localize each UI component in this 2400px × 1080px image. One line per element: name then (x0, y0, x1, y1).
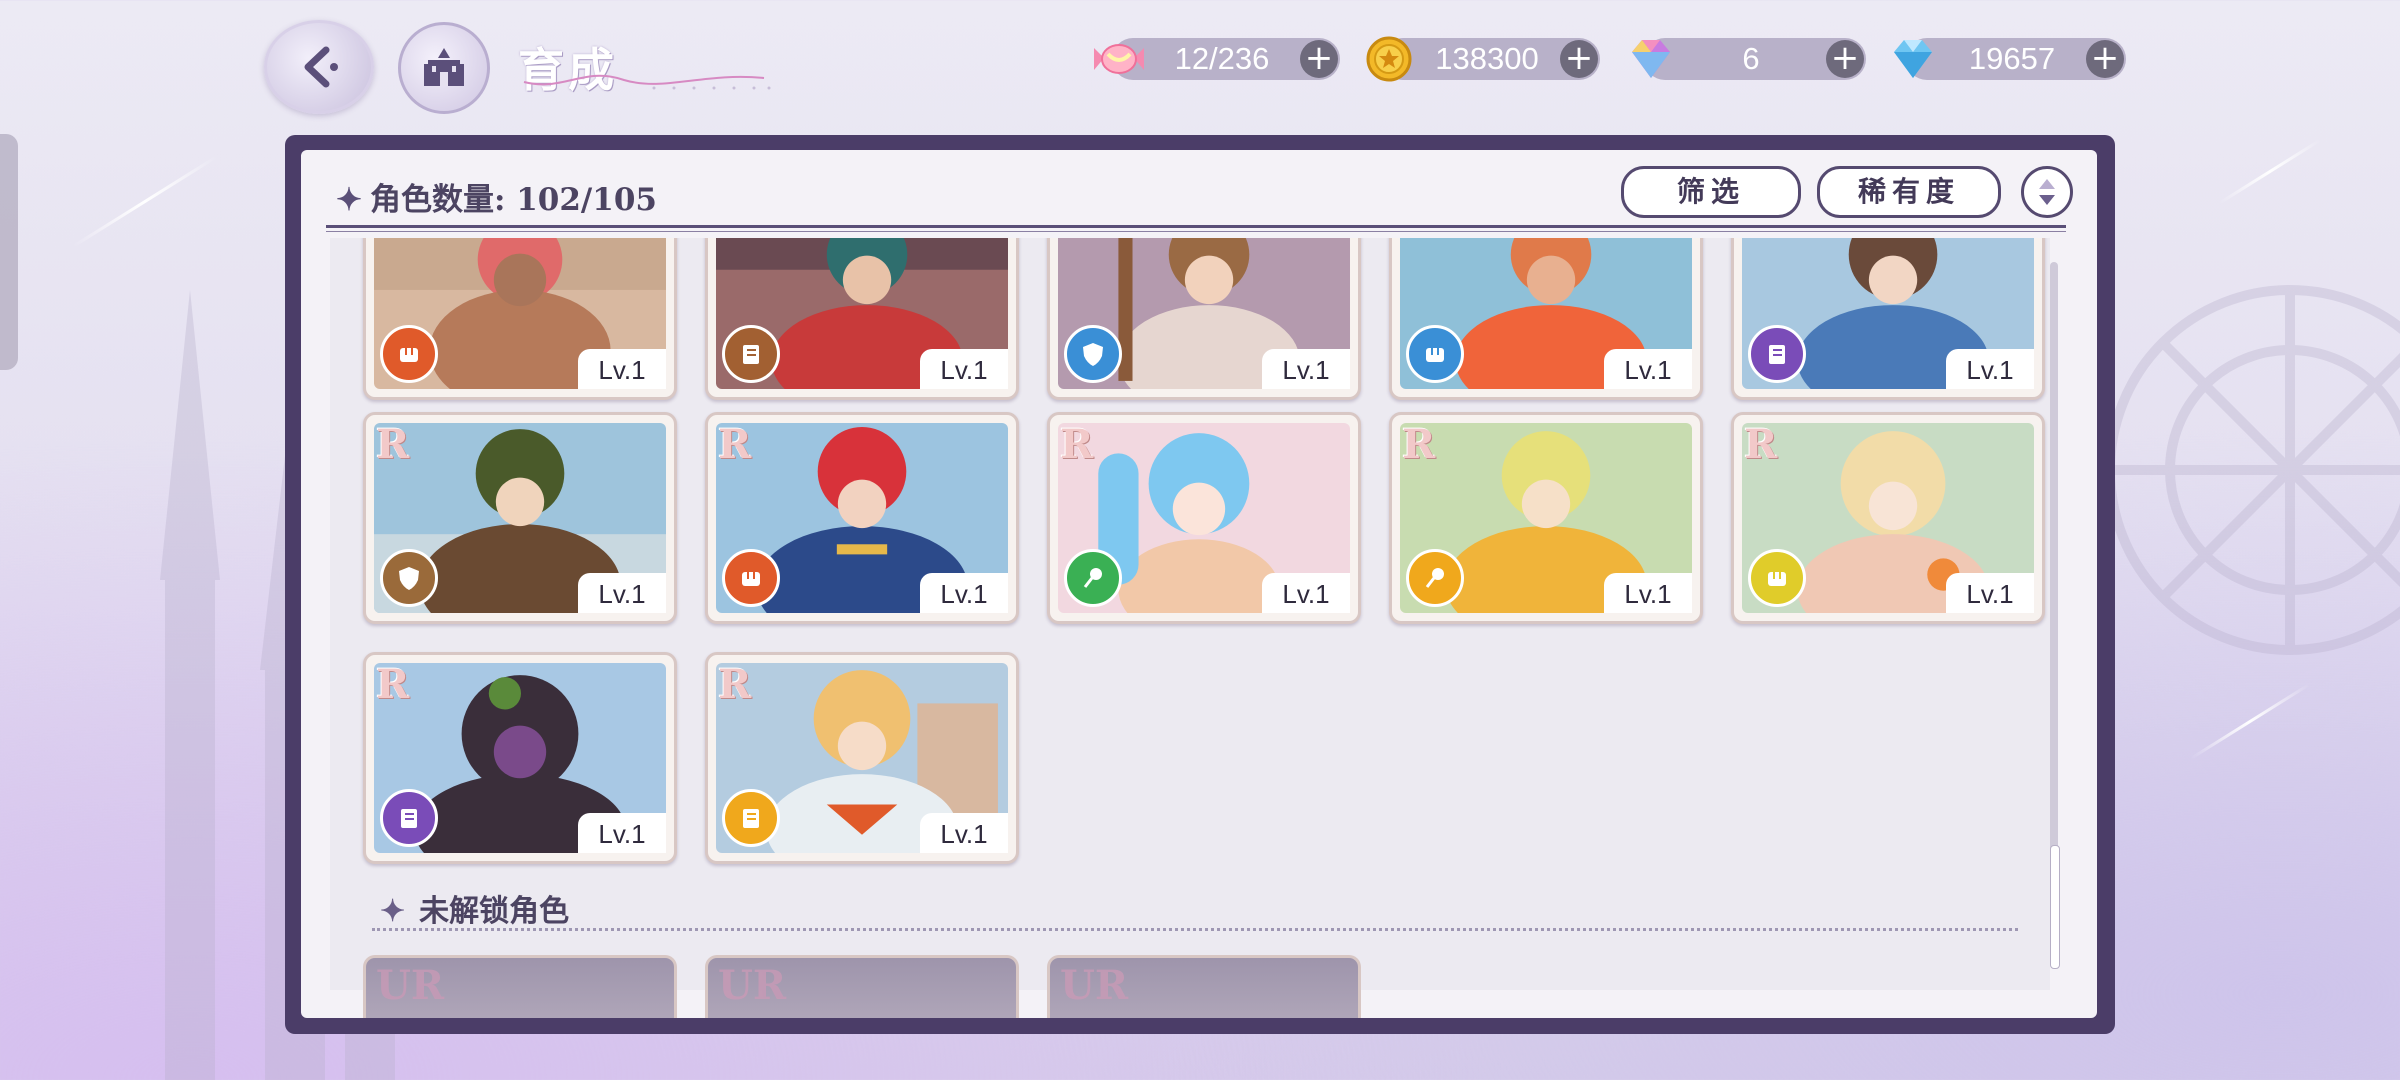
level-label: Lv.1 (1604, 349, 1692, 389)
stamina-value: 12/236 (1174, 41, 1270, 76)
character-card[interactable]: R Lv.1 (705, 652, 1019, 864)
sparkle-icon: ✦ (380, 894, 406, 929)
level-label: Lv.1 (920, 573, 1008, 613)
character-card[interactable]: Lv.1 (705, 238, 1019, 400)
character-card[interactable]: Lv.1 (1047, 238, 1361, 400)
side-drawer-tab[interactable] (0, 134, 18, 370)
locked-character-card[interactable]: UR (1047, 955, 1361, 1018)
shield-icon (1064, 325, 1122, 383)
rarity-label: UR (718, 962, 787, 1009)
fist-icon (1406, 325, 1464, 383)
book-icon (380, 789, 438, 847)
wand-icon (1064, 549, 1122, 607)
rarity-sort-button[interactable]: 稀有度 (1817, 166, 2001, 218)
locked-character-card[interactable]: UR (363, 955, 677, 1018)
add-diamond-button[interactable]: + (2086, 40, 2124, 78)
resource-stamina: 12/236 + (1094, 38, 1340, 80)
level-label: Lv.1 (1604, 573, 1692, 613)
locked-section-divider (372, 928, 2018, 931)
fist-icon (380, 325, 438, 383)
rarity-label: R (1402, 421, 1436, 468)
character-card[interactable]: Lv.1 (1389, 238, 1703, 400)
resource-diamond: 19657 + (1894, 38, 2126, 80)
candy-icon (1094, 44, 1144, 74)
rarity-label: R (718, 661, 752, 708)
locked-section-title: ✦ 未解锁角色 (380, 886, 569, 930)
back-button[interactable] (264, 20, 374, 114)
locked-section-label: 未解锁角色 (419, 894, 570, 929)
castle-icon (424, 48, 464, 86)
filter-button[interactable]: 筛选 (1621, 166, 1801, 218)
blue-diamond-icon (1894, 40, 1932, 78)
level-label: Lv.1 (920, 813, 1008, 853)
character-card[interactable]: R Lv.1 (363, 652, 677, 864)
sort-arrows-icon (2039, 179, 2055, 205)
character-count-label: 角色数量: 102/105 (369, 182, 657, 218)
sort-order-button[interactable] (2021, 166, 2073, 218)
fist-icon (722, 549, 780, 607)
level-label: Lv.1 (578, 573, 666, 613)
rarity-label: R (1060, 421, 1094, 468)
character-count: ✦ 角色数量: 102/105 (336, 174, 657, 219)
rarity-label: R (376, 661, 410, 708)
level-label: Lv.1 (1262, 573, 1350, 613)
character-grid[interactable]: Lv.1 Lv.1 Lv.1 Lv.1 Lv.1 R Lv.1 R Lv.1 R… (330, 238, 2050, 990)
header-divider (326, 225, 2066, 228)
wand-icon (1406, 549, 1464, 607)
add-stamina-button[interactable]: + (1300, 40, 1338, 78)
level-label: Lv.1 (920, 349, 1008, 389)
home-button[interactable] (398, 22, 490, 114)
level-label: Lv.1 (578, 813, 666, 853)
character-card[interactable]: R Lv.1 (363, 412, 677, 624)
light-streak (72, 155, 218, 248)
rarity-label: UR (1060, 962, 1129, 1009)
character-card[interactable]: R Lv.1 (1731, 412, 2045, 624)
gem-value: 6 (1742, 41, 1760, 76)
resource-gold: 138300 + (1366, 36, 1600, 82)
book-icon (722, 325, 780, 383)
add-gold-button[interactable]: + (1560, 40, 1598, 78)
character-card[interactable]: R Lv.1 (1389, 412, 1703, 624)
header-divider-thin (326, 231, 2066, 232)
level-label: Lv.1 (1946, 349, 2034, 389)
rarity-label: R (376, 421, 410, 468)
ferris-wheel-silhouette (2105, 285, 2400, 655)
gold-coin-icon (1366, 36, 1412, 82)
title-ribbon-decoration (523, 74, 771, 90)
character-card[interactable]: R Lv.1 (705, 412, 1019, 624)
locked-character-card[interactable]: UR (705, 955, 1019, 1018)
level-label: Lv.1 (1262, 349, 1350, 389)
rainbow-gem-icon (1632, 40, 1670, 78)
back-arrow-icon (304, 46, 338, 88)
character-card[interactable]: Lv.1 (1731, 238, 2045, 400)
book-icon (722, 789, 780, 847)
level-label: Lv.1 (1946, 573, 2034, 613)
light-streak (2189, 683, 2311, 760)
fist-icon (1748, 549, 1806, 607)
add-gem-button[interactable]: + (1826, 40, 1864, 78)
rarity-label: R (718, 421, 752, 468)
resource-gem: 6 + (1632, 38, 1866, 80)
book-icon (1748, 325, 1806, 383)
rarity-label: UR (376, 962, 445, 1009)
scrollbar-thumb[interactable] (2050, 845, 2060, 969)
character-card[interactable]: Lv.1 (363, 238, 677, 400)
sparkle-icon: ✦ (336, 182, 362, 218)
rarity-label: R (1744, 421, 1778, 468)
character-card[interactable]: R Lv.1 (1047, 412, 1361, 624)
shield-icon (380, 549, 438, 607)
diamond-value: 19657 (1968, 41, 2056, 76)
light-streak (2218, 138, 2322, 205)
gold-value: 138300 (1435, 41, 1539, 76)
level-label: Lv.1 (578, 349, 666, 389)
